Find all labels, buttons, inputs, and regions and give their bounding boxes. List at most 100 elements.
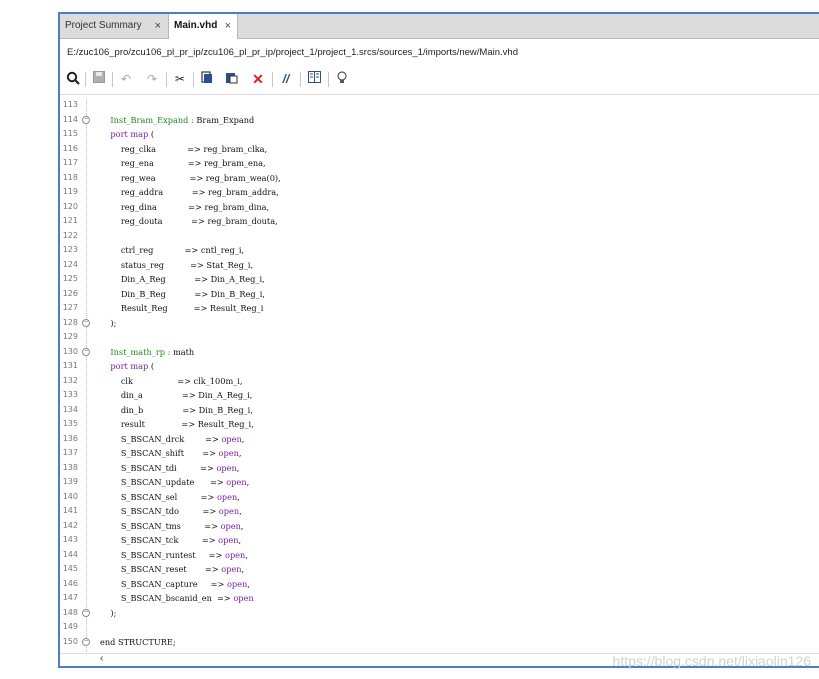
keyword-token: open [225, 549, 246, 560]
line-number: 119 [62, 187, 78, 196]
line-number: 142 [62, 520, 78, 530]
code-line[interactable]: 127 Result_Reg => Result_Reg_i [60, 301, 800, 316]
code-line[interactable]: 146 S_BSCAN_capture => open, [60, 577, 800, 592]
code-line[interactable]: 120 reg_dina => reg_bram_dina, [60, 200, 800, 215]
line-number: 141 [62, 506, 78, 515]
code-line[interactable]: 149 [60, 620, 800, 635]
code-line[interactable]: 115 port map ( [60, 127, 800, 142]
fold-toggle-icon[interactable]: − [82, 637, 90, 646]
code-line[interactable]: 123 ctrl_reg => cntl_reg_i, [60, 243, 800, 258]
code-line[interactable]: 132 clk => clk_100m_i, [60, 374, 800, 389]
code-token: S_BSCAN_runtest => [100, 549, 226, 560]
comment-icon[interactable]: // [278, 71, 294, 87]
code-line[interactable]: 144 S_BSCAN_runtest => open, [60, 548, 800, 563]
delete-icon[interactable]: ✕ [250, 71, 266, 87]
code-line[interactable]: 121 reg_douta => reg_bram_douta, [60, 214, 800, 229]
code-token: ); [100, 317, 117, 328]
tab-project-summary[interactable]: Project Summary × [60, 14, 167, 38]
code-editor[interactable]: 113 114− Inst_Bram_Expand : Bram_Expand 11… [60, 95, 819, 657]
code-token: S_BSCAN_tck => [100, 535, 219, 545]
save-icon[interactable] [91, 71, 107, 87]
code-token: S_BSCAN_drck => [100, 433, 222, 444]
code-line[interactable]: 131 port map ( [60, 359, 800, 374]
code-text: Result_Reg => Result_Reg_i [100, 301, 264, 316]
code-line[interactable]: 128− ); [60, 316, 800, 331]
keyword-token: open [226, 578, 248, 589]
line-number: 147 [62, 593, 78, 602]
code-line[interactable]: 136 S_BSCAN_drck => open, [60, 432, 800, 447]
code-line[interactable]: 145 S_BSCAN_reset => open, [60, 562, 800, 577]
code-text: reg_wea => reg_bram_wea(0), [100, 171, 281, 186]
tab-main-vhd[interactable]: Main.vhd × [168, 14, 238, 39]
code-token: reg_clka => reg_bram_clka, [100, 143, 268, 154]
code-text: port map ( [100, 359, 154, 374]
paste-icon[interactable] [223, 71, 239, 87]
label-token: Inst_math_rp : [110, 346, 173, 357]
tab-label: Main.vhd [174, 20, 218, 31]
code-line[interactable]: 125 Din_A_Reg => Din_A_Reg_i, [60, 272, 800, 287]
keyword-token: open [221, 433, 242, 444]
code-line[interactable]: 137 S_BSCAN_shift => open, [60, 446, 800, 461]
code-line[interactable]: 118 reg_wea => reg_bram_wea(0), [60, 171, 800, 186]
keyword-token: open [218, 535, 239, 545]
code-text: S_BSCAN_runtest => open, [100, 548, 248, 563]
code-text: ); [100, 606, 116, 621]
code-line[interactable]: 124 status_reg => Stat_Reg_i, [60, 258, 800, 273]
code-text: S_BSCAN_tdi => open, [100, 461, 240, 476]
redo-icon[interactable]: ↷ [144, 71, 160, 87]
keyword-token: open [218, 506, 240, 516]
code-line[interactable]: 119 reg_addra => reg_bram_addra, [60, 185, 800, 200]
code-line[interactable]: 114− Inst_Bram_Expand : Bram_Expand [60, 113, 800, 128]
code-line[interactable]: 117 reg_ena => reg_bram_ena, [60, 156, 800, 171]
code-token: , [238, 535, 242, 545]
code-line[interactable]: 113 [60, 98, 800, 113]
code-line[interactable]: 122 [60, 229, 800, 244]
fold-toggle-icon[interactable]: − [82, 318, 90, 327]
line-number: 149 [62, 622, 78, 631]
code-line[interactable]: 134 din_b => Din_B_Reg_i, [60, 403, 800, 418]
code-line[interactable]: 135 result => Result_Reg_i, [60, 417, 800, 432]
code-line[interactable]: 141 S_BSCAN_tdo => open, [60, 504, 800, 519]
code-token: S_BSCAN_reset => [100, 564, 222, 574]
code-line[interactable]: 138 S_BSCAN_tdi => open, [60, 461, 800, 476]
code-line[interactable]: 140 S_BSCAN_sel => open, [60, 490, 800, 505]
code-line[interactable]: 139 S_BSCAN_update => open, [60, 475, 800, 490]
code-line[interactable]: 133 din_a => Din_A_Reg_i, [60, 388, 800, 403]
search-icon[interactable] [65, 71, 81, 87]
code-line[interactable]: 143 S_BSCAN_tck => open, [60, 533, 800, 548]
copy-icon[interactable] [199, 71, 215, 87]
line-number: 144 [62, 549, 78, 559]
fold-toggle-icon[interactable]: − [82, 115, 90, 124]
code-token: S_BSCAN_sel => [100, 491, 217, 502]
fold-toggle-icon[interactable]: − [82, 347, 90, 356]
keyword-token: port map [110, 129, 149, 139]
code-line[interactable]: 116 reg_clka => reg_bram_clka, [60, 142, 800, 157]
code-token: S_BSCAN_shift => [100, 448, 219, 458]
fold-toggle-icon[interactable]: − [82, 608, 90, 617]
line-number: 116 [62, 143, 78, 153]
scroll-left-icon[interactable]: ‹ [100, 653, 103, 664]
code-line[interactable]: 129 [60, 330, 800, 345]
code-line[interactable]: 126 Din_B_Reg => Din_B_Reg_i, [60, 287, 800, 302]
columns-icon[interactable] [306, 71, 322, 87]
code-line[interactable]: 130− Inst_math_rp : math [60, 345, 800, 360]
cut-icon[interactable]: ✂ [172, 71, 188, 87]
line-number: 138 [62, 462, 78, 472]
code-line[interactable]: 150− end STRUCTURE; [60, 635, 800, 650]
code-text: end STRUCTURE; [100, 635, 176, 650]
code-token: math [172, 346, 195, 357]
close-icon[interactable]: × [225, 14, 231, 38]
line-number: 140 [62, 491, 78, 501]
code-token: , [237, 491, 240, 502]
code-token: , [246, 477, 250, 487]
line-number: 130 [62, 346, 78, 356]
line-number: 122 [62, 230, 78, 240]
hint-icon[interactable] [334, 71, 350, 87]
code-line[interactable]: 142 S_BSCAN_tms => open, [60, 519, 800, 534]
close-icon[interactable]: × [155, 14, 161, 38]
code-line[interactable]: 147 S_BSCAN_bscanid_en => open [60, 591, 800, 606]
undo-icon[interactable]: ↶ [118, 71, 134, 87]
code-line[interactable]: 148− ); [60, 606, 800, 621]
code-token: , [238, 448, 242, 458]
